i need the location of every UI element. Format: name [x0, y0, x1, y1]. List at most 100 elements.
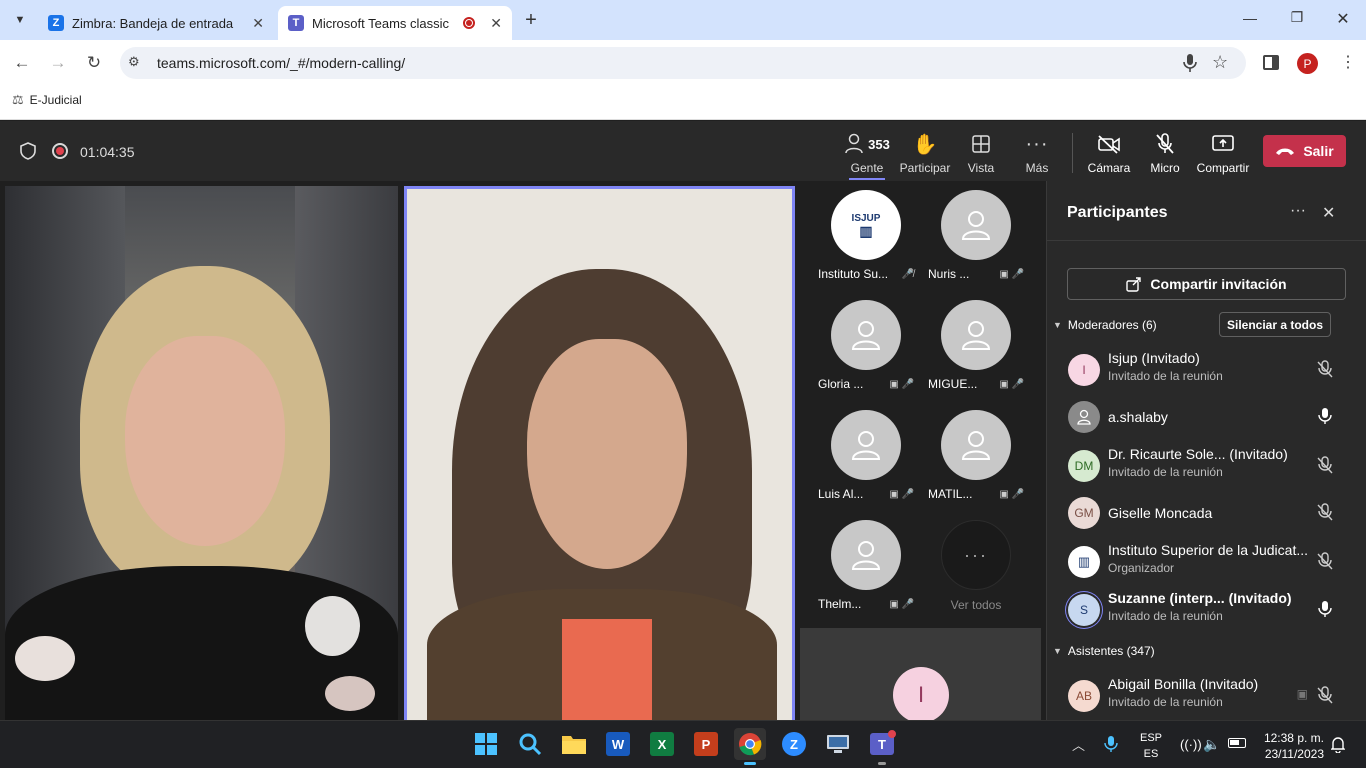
browser-menu-icon[interactable]: ⋮ [1340, 52, 1356, 72]
participant-video-2[interactable] [404, 186, 795, 720]
participant-avatar: I [1068, 354, 1100, 386]
gallery-tile[interactable]: MIGUE... ▣ 🎤 [928, 300, 1024, 400]
recording-indicator-icon [52, 143, 68, 159]
mic-off-icon: 🎤̸ [901, 268, 914, 280]
participant-role: Invitado de la reunión [1108, 369, 1223, 383]
side-panel-icon[interactable] [1263, 55, 1279, 70]
mic-on-icon[interactable] [1316, 600, 1334, 618]
tile-name: MATIL... [928, 487, 973, 501]
language-indicator[interactable]: ESP ES [1138, 730, 1164, 762]
cam-mic-off-icons: ▣ 🎤 [999, 488, 1024, 500]
restore-icon[interactable]: ❐ [1287, 9, 1307, 29]
participant-video-1[interactable] [5, 186, 398, 720]
view-all-tile[interactable]: ··· Ver todos [928, 520, 1024, 620]
window-close-icon[interactable]: ✕ [1333, 9, 1353, 29]
people-button[interactable]: 353 Gente [839, 132, 895, 180]
participant-name: a.shalaby [1108, 409, 1168, 425]
participant-row[interactable]: a.shalaby [1068, 397, 1348, 437]
tab-zimbra[interactable]: Z Zimbra: Bandeja de entrada ✕ [38, 6, 274, 40]
profile-avatar[interactable]: P [1297, 53, 1318, 74]
notification-badge [888, 730, 896, 738]
windows-start-icon[interactable] [470, 728, 502, 760]
battery-icon[interactable] [1228, 738, 1246, 748]
close-tab-icon[interactable]: ✕ [252, 15, 264, 32]
zoom-icon[interactable]: Z [778, 728, 810, 760]
leave-button[interactable]: Salir [1263, 135, 1346, 167]
search-icon[interactable] [514, 728, 546, 760]
participant-row[interactable]: GM Giselle Moncada [1068, 493, 1348, 533]
participant-row[interactable]: AB Abigail Bonilla (Invitado) Invitado d… [1068, 676, 1348, 716]
mic-off-icon[interactable] [1316, 552, 1334, 570]
close-tab-icon[interactable]: ✕ [490, 15, 502, 32]
share-button[interactable]: Compartir [1195, 132, 1251, 176]
voice-search-icon[interactable] [1181, 53, 1199, 73]
share-screen-icon [1212, 135, 1234, 151]
lang-code: ESP [1139, 732, 1162, 744]
share-invite-button[interactable]: Compartir invitación [1067, 268, 1346, 300]
moderators-header: Moderadores (6) [1067, 318, 1157, 332]
face-shape [527, 339, 687, 569]
gallery-tile[interactable]: MATIL... ▣ 🎤 [928, 410, 1024, 510]
wifi-icon[interactable]: ((·)) [1180, 737, 1202, 752]
new-tab-button[interactable]: + [519, 8, 543, 32]
isjup-logo-avatar: ▥ [1068, 546, 1100, 578]
tab-title: Zimbra: Bandeja de entrada [72, 15, 234, 31]
participant-row[interactable]: S Suzanne (interp... (Invitado) Invitado… [1068, 590, 1348, 630]
teams-icon: T [288, 15, 304, 31]
volume-icon[interactable]: 🔈 [1203, 736, 1220, 753]
mic-off-icon[interactable] [1316, 456, 1334, 474]
word-icon[interactable]: W [602, 728, 634, 760]
participant-row[interactable]: DM Dr. Ricaurte Sole... (Invitado) Invit… [1068, 446, 1348, 486]
back-icon[interactable]: ← [11, 52, 33, 74]
panel-more-icon[interactable]: ··· [1290, 202, 1306, 220]
chrome-icon[interactable] [734, 728, 766, 760]
powerpoint-icon[interactable]: P [690, 728, 722, 760]
camera-button[interactable]: Cámara [1081, 132, 1137, 176]
shield-icon[interactable] [19, 142, 37, 160]
notification-bell-icon[interactable] [1330, 735, 1346, 754]
participant-name: Giselle Moncada [1108, 505, 1213, 521]
file-explorer-icon[interactable] [558, 728, 590, 760]
view-all-label: Ver todos [950, 598, 1002, 612]
forward-icon[interactable]: → [47, 52, 69, 74]
panel-close-icon[interactable]: ✕ [1322, 203, 1335, 223]
gallery-tile[interactable]: ISJUP ▥ Instituto Su... 🎤̸ [818, 190, 914, 290]
minimize-icon[interactable]: — [1240, 10, 1260, 30]
attendees-section-header[interactable]: ▼ Asistentes (347) [1053, 644, 1155, 658]
default-avatar-icon [941, 410, 1011, 480]
moderators-section-header[interactable]: ▼ Moderadores (6) [1053, 318, 1157, 332]
bookmark-star-icon[interactable]: ☆ [1212, 52, 1228, 73]
more-button[interactable]: ··· Más [1009, 132, 1065, 176]
participant-row[interactable]: ▥ Instituto Superior de la Judicat... Or… [1068, 542, 1348, 582]
mic-button[interactable]: Micro [1137, 132, 1193, 176]
mic-on-icon[interactable] [1316, 407, 1334, 425]
gallery-tile[interactable]: Nuris ... ▣ 🎤 [928, 190, 1024, 290]
mute-all-button[interactable]: Silenciar a todos [1219, 312, 1331, 337]
teams-taskbar-icon[interactable]: T [866, 728, 898, 760]
tab-title: Microsoft Teams classic [312, 15, 450, 31]
mic-off-icon[interactable] [1316, 503, 1334, 521]
bookmark-e-judicial[interactable]: ⚖ E-Judicial [12, 92, 82, 108]
share-invite-icon [1126, 277, 1142, 292]
raise-hand-button[interactable]: ✋ Participar [897, 132, 953, 176]
gallery-tile[interactable]: Thelm... ▣ 🎤 [818, 520, 914, 620]
tab-search-button[interactable]: ▼ [9, 9, 31, 31]
people-count: 353 [868, 136, 890, 152]
raise-hand-label: Participar [899, 161, 951, 175]
gallery-tile[interactable]: Gloria ... ▣ 🎤 [818, 300, 914, 400]
more-label: Más [1025, 161, 1049, 175]
clock[interactable]: 12:38 p. m. 23/11/2023 [1258, 730, 1324, 762]
mic-off-icon[interactable] [1316, 360, 1334, 378]
site-info-icon[interactable]: ⚙ [128, 54, 146, 72]
excel-icon[interactable]: X [646, 728, 678, 760]
view-button[interactable]: Vista [953, 132, 1009, 176]
reload-icon[interactable]: ↻ [83, 52, 105, 74]
tab-teams[interactable]: T Microsoft Teams classic ✕ [278, 6, 512, 40]
participant-row[interactable]: I Isjup (Invitado) Invitado de la reunió… [1068, 350, 1348, 390]
url-text[interactable]: teams.microsoft.com/_#/modern-calling/ [157, 55, 405, 71]
mic-off-icon[interactable] [1316, 686, 1334, 704]
chevron-up-icon[interactable]: ︿ [1072, 735, 1085, 754]
mic-in-use-icon[interactable] [1103, 735, 1119, 753]
remote-desktop-icon[interactable] [822, 728, 854, 760]
gallery-tile[interactable]: Luis Al... ▣ 🎤 [818, 410, 914, 510]
